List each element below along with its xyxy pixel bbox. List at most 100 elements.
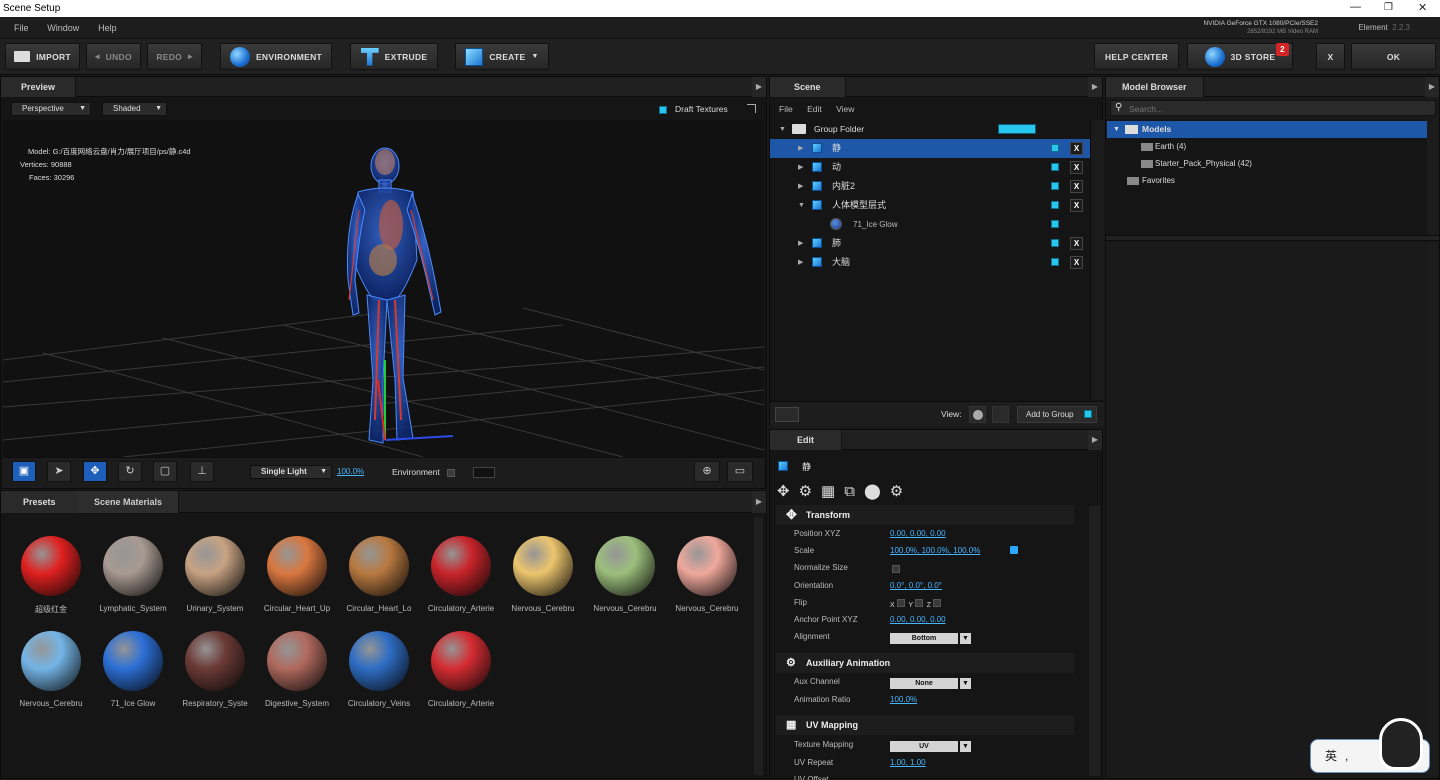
gear-icon[interactable]: ⚙ [890, 483, 912, 500]
material-preset[interactable]: Nervous_Cerebru [11, 631, 91, 708]
visibility-checkbox[interactable] [1051, 144, 1059, 152]
group-folder-row[interactable]: ▼ Group Folder [770, 120, 1090, 139]
delete-item-button[interactable]: X [1070, 161, 1083, 174]
visibility-checkbox[interactable] [1051, 201, 1059, 209]
material-preset[interactable]: 超级红金 [11, 536, 91, 615]
material-preset[interactable]: Circulatory_Veins [339, 631, 419, 708]
scene-item-row[interactable]: ▶ 肺 X [770, 234, 1090, 253]
anchor-values[interactable]: 0.00, 0.00, 0.00 [890, 615, 946, 624]
delete-item-button[interactable]: X [1070, 256, 1083, 269]
expand-arrow-icon[interactable]: ▶ [798, 234, 803, 253]
browser-splitter[interactable] [1106, 235, 1439, 241]
tree-item-models[interactable]: ▼ Models [1107, 121, 1427, 138]
material-preset[interactable]: Respiratory_Syste [175, 631, 255, 708]
uv-section-header[interactable]: ▦ UV Mapping [776, 715, 1074, 735]
redo-button[interactable]: REDO ▸ [147, 43, 202, 70]
scale-values[interactable]: 100.0%, 100.0%, 100.0% [890, 546, 980, 555]
ime-widget[interactable]: 英, [1310, 718, 1430, 773]
checker-icon[interactable]: ▦ [821, 483, 844, 500]
scene-item-row[interactable]: ▶ 内脏2 X [770, 177, 1090, 196]
scene-menu-edit[interactable]: Edit [807, 104, 822, 114]
delete-item-button[interactable]: X [1070, 199, 1083, 212]
environment-button[interactable]: ENVIRONMENT [220, 43, 332, 70]
aux-section-header[interactable]: ⚙ Auxiliary Animation [776, 653, 1074, 673]
aux-channel-dropdown[interactable]: None [890, 678, 958, 689]
dropdown-arrow-icon[interactable]: ▼ [960, 741, 971, 752]
expand-arrow-icon[interactable]: ▶ [798, 158, 803, 177]
camera-dropdown[interactable]: Perspective ▼ [11, 102, 91, 116]
delete-item-button[interactable]: X [1070, 142, 1083, 155]
visibility-checkbox[interactable] [1051, 258, 1059, 266]
normalize-size-checkbox[interactable] [892, 565, 900, 573]
panel-expand-arrow-icon[interactable]: ▶ [752, 491, 766, 513]
move-tool-button[interactable]: ✥ [83, 461, 107, 482]
drop-icon[interactable]: ⬤ [864, 483, 890, 500]
uv-repeat-values[interactable]: 1.00, 1.00 [890, 758, 926, 767]
delete-item-button[interactable]: X [1070, 237, 1083, 250]
material-preset[interactable]: Digestive_System [257, 631, 337, 708]
texture-mapping-dropdown[interactable]: UV [890, 741, 958, 752]
orientation-values[interactable]: 0.0°, 0.0°, 0.0° [890, 581, 942, 590]
ok-button[interactable]: OK [1351, 43, 1436, 70]
tab-scene[interactable]: Scene [770, 77, 846, 97]
search-input[interactable] [1129, 102, 1429, 115]
minimize-icon[interactable]: — [1350, 1, 1361, 13]
collapse-arrow-icon[interactable]: ▼ [798, 196, 805, 215]
tab-presets[interactable]: Presets [1, 491, 79, 513]
menu-file[interactable]: File [14, 17, 29, 39]
target-button[interactable]: ⊕ [694, 461, 720, 482]
materials-scrollbar[interactable] [754, 517, 763, 775]
dropdown-arrow-icon[interactable]: ▼ [960, 678, 971, 689]
scale-tool-button[interactable]: ▢ [153, 461, 177, 482]
flip-x-checkbox[interactable] [896, 599, 905, 607]
settings-cog-icon[interactable]: ⚙ [799, 483, 821, 500]
new-folder-button[interactable] [775, 407, 799, 422]
move-icon[interactable]: ✥ [777, 483, 799, 500]
menu-window[interactable]: Window [47, 17, 79, 39]
material-preset[interactable]: Circulatory_Arterie [421, 631, 501, 708]
undo-button[interactable]: ◂ UNDO [86, 43, 141, 70]
alignment-dropdown[interactable]: Bottom [890, 633, 958, 644]
position-values[interactable]: 0.00, 0.00, 0.00 [890, 529, 946, 538]
flip-y-checkbox[interactable] [914, 599, 923, 607]
maximize-viewport-icon[interactable] [747, 104, 756, 113]
lock-icon[interactable] [1010, 546, 1018, 554]
expand-arrow-icon[interactable]: ▶ [798, 253, 803, 272]
scene-item-row[interactable]: ▶ 静 X [770, 139, 1090, 158]
material-preset[interactable]: Urinary_System [175, 536, 255, 613]
browser-preview-scrollbar[interactable] [1427, 243, 1437, 776]
animation-ratio-value[interactable]: 100.0% [890, 695, 917, 704]
group-color-dropdown[interactable] [998, 124, 1036, 134]
tab-edit[interactable]: Edit [770, 430, 842, 450]
transform-section-header[interactable]: ✥ Transform [776, 505, 1074, 525]
shading-dropdown[interactable]: Shaded ▼ [102, 102, 167, 116]
visibility-checkbox[interactable] [1051, 182, 1059, 190]
panel-expand-arrow-icon[interactable]: ▶ [1088, 430, 1102, 450]
duplicate-icon[interactable]: ⧉ [844, 483, 864, 500]
select-tool-button[interactable]: ➤ [47, 461, 71, 482]
tab-model-browser[interactable]: Model Browser [1106, 77, 1204, 97]
scene-menu-file[interactable]: File [779, 104, 793, 114]
delete-item-button[interactable]: X [1070, 180, 1083, 193]
help-center-button[interactable]: HELP CENTER [1094, 43, 1179, 70]
material-preset[interactable]: Circular_Heart_Up [257, 536, 337, 613]
visibility-checkbox[interactable] [1051, 220, 1059, 228]
tab-scene-materials[interactable]: Scene Materials [78, 491, 180, 513]
3d-store-button[interactable]: 3D STORE 2 [1187, 43, 1293, 70]
material-preset[interactable]: Lymphatic_System [93, 536, 173, 613]
flip-z-checkbox[interactable] [933, 599, 942, 607]
material-preset[interactable]: Nervous_Cerebru [503, 536, 583, 613]
import-button[interactable]: IMPORT [5, 43, 80, 70]
rotate-tool-button[interactable]: ↻ [118, 461, 142, 482]
browser-scrollbar[interactable] [1427, 119, 1437, 235]
material-preset[interactable]: Nervous_Cerebru [585, 536, 665, 613]
view-cluster-button[interactable] [992, 406, 1009, 423]
visibility-checkbox[interactable] [1051, 163, 1059, 171]
screen-button[interactable]: ▭ [727, 461, 753, 482]
scene-item-row[interactable]: 71_Ice Glow [770, 215, 1090, 234]
expand-arrow-icon[interactable]: ▶ [798, 139, 803, 158]
expand-arrow-icon[interactable]: ▶ [798, 177, 803, 196]
camera-tool-button[interactable]: ▣ [12, 461, 36, 482]
draft-textures-checkbox[interactable] [659, 106, 667, 114]
panel-expand-arrow-icon[interactable]: ▶ [1088, 77, 1102, 97]
